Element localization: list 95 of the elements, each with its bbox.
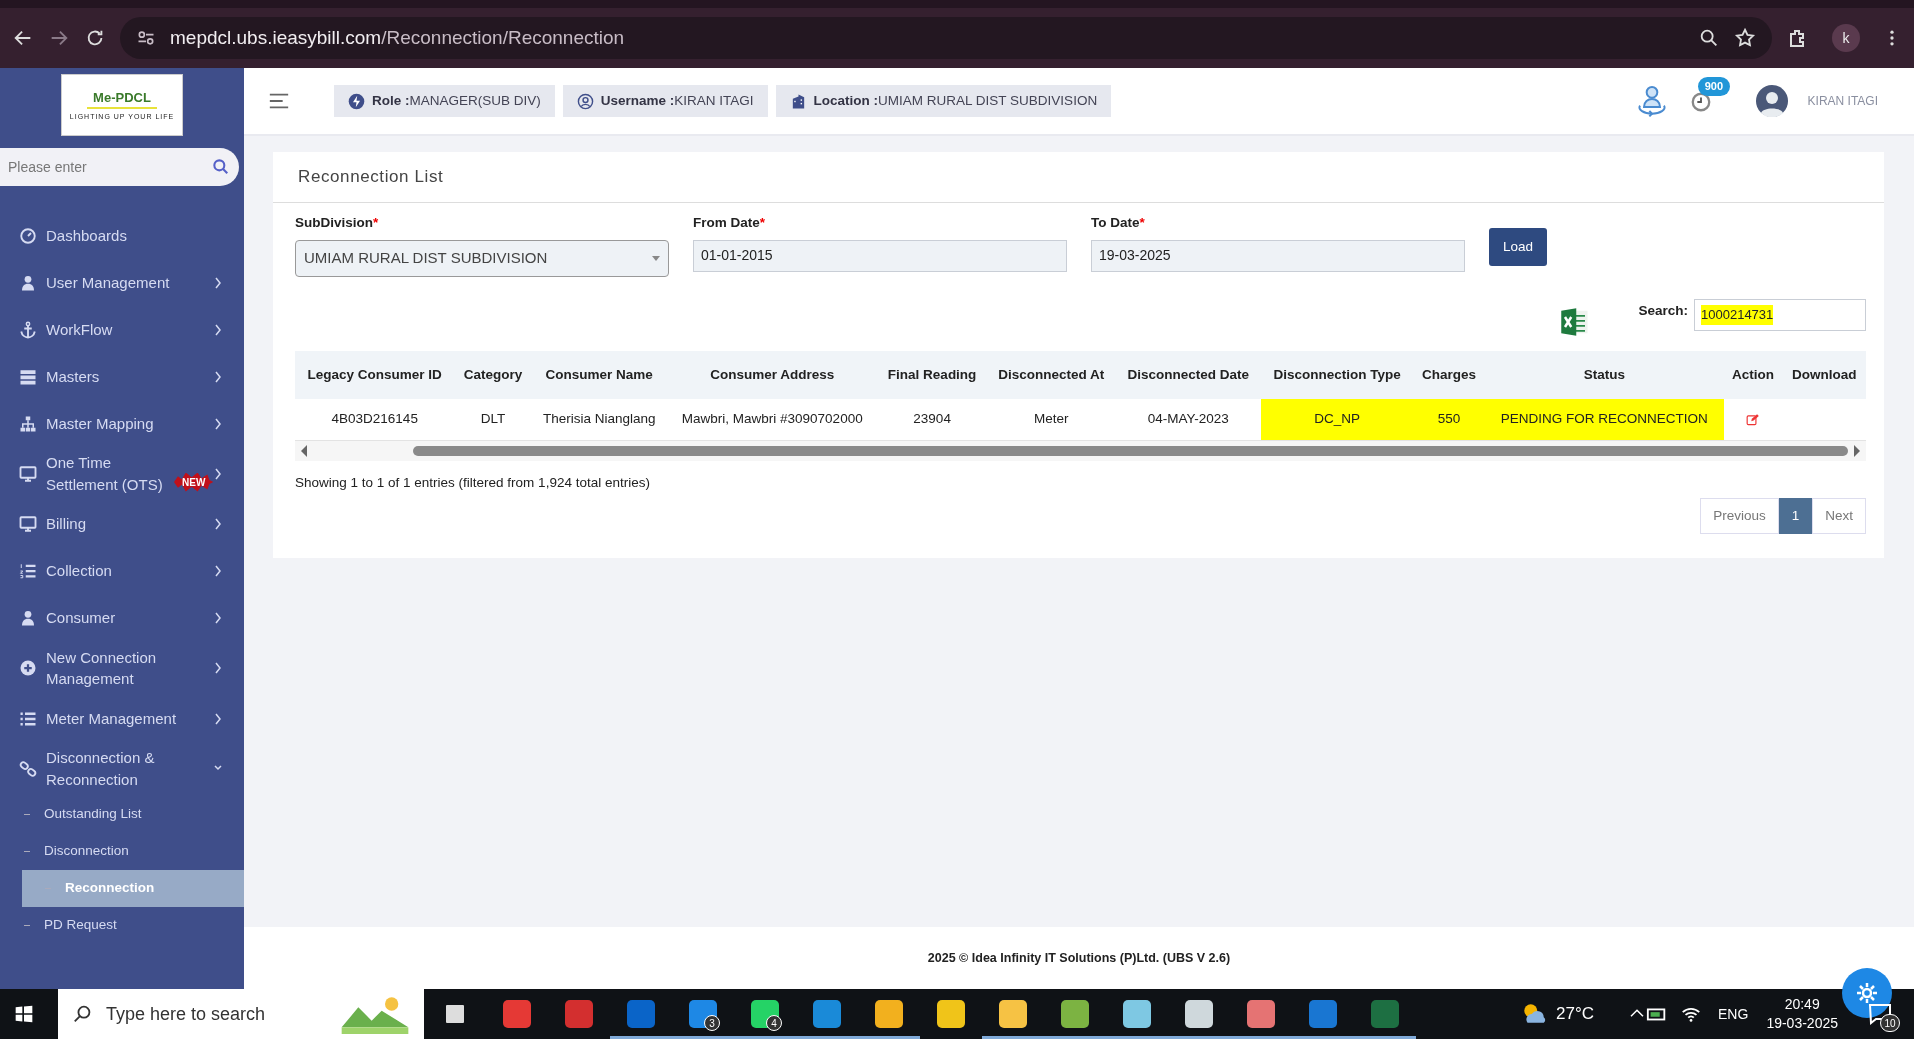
sidebar-item[interactable]: Disconnection & Reconnection: [0, 742, 244, 796]
info-chip-text: Location :UMIAM RURAL DIST SUBDIVISION: [813, 91, 1098, 110]
gauge-icon: [18, 226, 38, 245]
menu-item-label: One Time Settlement (OTS): [46, 453, 164, 495]
sidebar-item[interactable]: New Connection Management: [0, 641, 244, 695]
page-button[interactable]: 1: [1778, 497, 1813, 534]
field-label: SubDivision*: [295, 213, 380, 232]
footer-text: 2025 © Idea Infinity IT Solutions (P)Ltd. (UBS V 2.6): [927, 949, 1231, 967]
date-field[interactable]: 01-01-2015: [693, 239, 1067, 272]
hierarchy-icon: [18, 414, 38, 433]
language-indicator[interactable]: ENG: [1718, 1003, 1749, 1025]
avatar-icon[interactable]: [1755, 85, 1788, 117]
anchor-icon: [18, 320, 38, 339]
search-icon[interactable]: [211, 157, 231, 177]
sidebar-item[interactable]: Master Mapping: [0, 400, 244, 447]
profile-avatar[interactable]: k: [1832, 24, 1860, 52]
submenu-item[interactable]: Outstanding List: [0, 795, 244, 833]
spreadsheet-export-icon[interactable]: [1560, 306, 1591, 337]
clock-icon[interactable]: [1689, 90, 1712, 113]
info-chip-text: Username :KIRAN ITAGI: [600, 91, 754, 110]
monitor-icon: [18, 464, 38, 483]
plus-circle-icon: [18, 659, 38, 678]
server-icon: [18, 367, 38, 386]
windows-start-icon[interactable]: [14, 1004, 34, 1024]
sidebar-item[interactable]: Masters: [0, 353, 244, 400]
field-label: To Date*: [1091, 213, 1146, 232]
url-text: mepdcl.ubs.ieasybill.com/Reconnection/Reconnection: [170, 25, 625, 50]
column-header[interactable]: Category: [454, 350, 532, 399]
link-icon: [18, 759, 38, 778]
taskbar-search-field[interactable]: Type here to search: [58, 989, 424, 1039]
page-button[interactable]: Next: [1812, 497, 1866, 534]
list-icon: [18, 709, 38, 728]
dropdown-caret-icon: [652, 255, 660, 261]
sidebar-item[interactable]: Billing: [0, 500, 244, 548]
numbered-list-icon: [18, 562, 38, 580]
sidebar-item[interactable]: Consumer: [0, 594, 244, 642]
table-cell: Therisia Nianglang: [531, 398, 668, 441]
column-header[interactable]: Disconnected At: [986, 350, 1116, 399]
settings-icon: [1855, 981, 1879, 1005]
card-title: Reconnection List: [273, 152, 1884, 203]
sidebar-item[interactable]: User Management: [0, 259, 244, 306]
column-header[interactable]: Charges: [1412, 350, 1485, 399]
address-bar[interactable]: mepdcl.ubs.ieasybill.com/Reconnection/Reconnection: [120, 17, 1772, 59]
site-settings-icon[interactable]: [136, 28, 156, 48]
subdivision-select[interactable]: UMIAM RURAL DIST SUBDIVISION: [295, 239, 669, 277]
sidebar-item[interactable]: One Time Settlement (OTS) NEW: [0, 447, 244, 501]
column-header[interactable]: Action: [1723, 350, 1783, 399]
column-header[interactable]: Final Reading: [877, 350, 987, 399]
table-cell: 550: [1412, 398, 1485, 441]
entries-info: Showing 1 to 1 of 1 entries (filtered from 1,924 total entries): [295, 474, 651, 493]
sidebar-item[interactable]: Dashboards: [0, 212, 244, 259]
search-field[interactable]: Please enter: [0, 148, 239, 186]
table-search-field[interactable]: 1000214731: [1694, 298, 1866, 331]
zoom-icon[interactable]: [1698, 27, 1720, 49]
info-chip-text: Role :MANAGER(SUB DIV): [372, 91, 541, 110]
new-badge: NEW: [174, 472, 214, 492]
bookmark-star-icon[interactable]: [1734, 27, 1756, 49]
column-header[interactable]: Disconnected Date: [1115, 350, 1262, 399]
table-cell: 4B03D216145: [295, 398, 455, 441]
page-button[interactable]: Previous: [1700, 497, 1779, 534]
column-header[interactable]: Status: [1484, 350, 1724, 399]
monitor-icon: [18, 515, 38, 533]
bolt-icon: [348, 92, 365, 110]
submenu-item[interactable]: Disconnection: [0, 832, 244, 870]
sidebar-item[interactable]: WorkFlow: [0, 306, 244, 353]
user-sync-icon[interactable]: [1635, 84, 1668, 118]
notification-count: 10: [1880, 1014, 1900, 1033]
clock-time[interactable]: 20:49: [1784, 995, 1820, 1014]
horizontal-scrollbar[interactable]: [295, 441, 1866, 462]
table-cell: Meter: [986, 398, 1116, 441]
user-circle-icon: [576, 92, 594, 110]
notification-badge: 900: [1697, 77, 1731, 96]
column-header[interactable]: Consumer Address: [667, 350, 878, 399]
table-cell: 23904: [877, 398, 987, 441]
edit-icon[interactable]: [1746, 412, 1761, 427]
submenu-item[interactable]: PD Request: [0, 906, 244, 944]
app-badge: 3: [704, 1015, 720, 1031]
column-header[interactable]: Download: [1782, 350, 1866, 399]
table-cell: DLT: [454, 398, 532, 441]
column-header[interactable]: Legacy Consumer ID: [295, 350, 455, 399]
landscape-illustration-icon: [340, 994, 410, 1034]
table-cell: DC_NP: [1261, 398, 1413, 441]
load-button[interactable]: Load: [1489, 227, 1548, 266]
date-field[interactable]: 19-03-2025: [1091, 239, 1465, 272]
sidebar-item[interactable]: Collection: [0, 547, 244, 595]
table-cell: Mawbri, Mawbri #3090702000: [667, 398, 878, 441]
column-header[interactable]: Consumer Name: [531, 350, 668, 399]
column-header[interactable]: Disconnection Type: [1261, 350, 1413, 399]
temperature-text: 27°C: [1556, 1003, 1595, 1026]
field-label: From Date*: [693, 213, 767, 232]
sidebar-item[interactable]: Meter Management: [0, 695, 244, 742]
clock-date[interactable]: 19-03-2025: [1766, 1014, 1838, 1033]
search-label: Search:: [1638, 301, 1688, 320]
app-badge: 4: [766, 1015, 782, 1031]
table-cell: PENDING FOR RECONNECTION: [1484, 398, 1724, 441]
